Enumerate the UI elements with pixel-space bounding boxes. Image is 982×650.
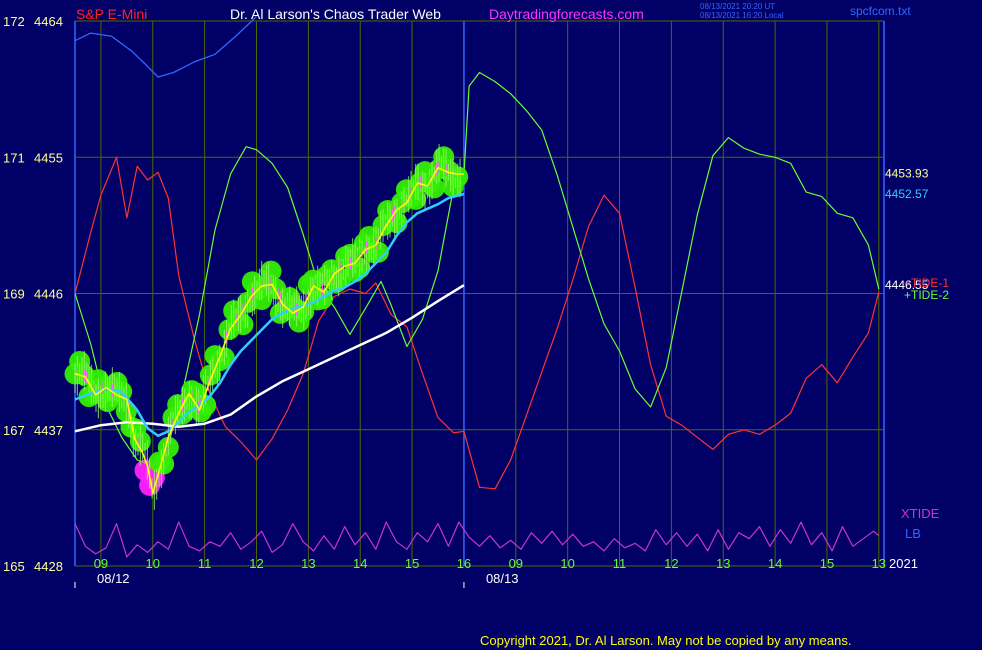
- x-tick-hour: 13: [301, 556, 315, 571]
- y-tick-price: 4455: [34, 150, 63, 165]
- lb-line: [74, 16, 257, 78]
- tide1-line: [74, 156, 880, 490]
- y-tick-price: 4428: [34, 559, 63, 574]
- x-tick-hour: 12: [249, 556, 263, 571]
- copyright: Copyright 2021, Dr. Al Larson. May not b…: [480, 633, 851, 648]
- x-tick-hour: 13: [716, 556, 730, 571]
- x-tick-hour: 15: [820, 556, 834, 571]
- grid-lines: [75, 20, 884, 567]
- right-value-label: 4452.57: [885, 187, 929, 201]
- axis-ticks: 172 4464 171 4455 169 4446 167 4437 165 4428 09 10 1…: [3, 14, 929, 588]
- x-tick-hour: 16: [457, 556, 471, 571]
- y-tick-price: 4437: [34, 423, 63, 438]
- timestamp-ut: 08/13/2021 20:20 UT: [700, 2, 775, 11]
- legend-lb: LB: [905, 526, 921, 541]
- x-tick-hour: 10: [146, 556, 160, 571]
- plot-frame: [74, 20, 885, 567]
- instrument-title: S&P E-Mini: [76, 6, 147, 22]
- x-tick-hour: 12: [664, 556, 678, 571]
- y-tick-left: 165: [3, 559, 25, 574]
- xtide-line: [74, 521, 880, 558]
- site-url[interactable]: Daytradingforecasts.com: [489, 6, 644, 22]
- x-tick-hour: 13: [872, 556, 886, 571]
- x-tick-hour: 09: [509, 556, 523, 571]
- legend-xtide: XTIDE: [901, 506, 940, 521]
- x-tick-hour: 14: [353, 556, 367, 571]
- series-layer: [64, 16, 880, 558]
- x-tick-date: 08/13: [486, 571, 519, 586]
- y-tick-left: 172: [3, 14, 25, 29]
- x-tick-date: 08/12: [97, 571, 130, 586]
- x-tick-hour: 10: [560, 556, 574, 571]
- x-tick-hour: 11: [198, 556, 212, 571]
- chart: 172 4464 171 4455 169 4446 167 4437 165 4428 09 10 1…: [3, 2, 949, 648]
- timestamp-local: 08/13/2021 16:20 Local: [700, 11, 784, 20]
- y-tick-left: 171: [3, 150, 25, 165]
- x-tick-hour: 15: [405, 556, 419, 571]
- y-tick-price: 4446: [34, 287, 63, 302]
- y-tick-left: 169: [3, 287, 25, 302]
- y-tick-left: 167: [3, 423, 25, 438]
- chart-title: Dr. Al Larson's Chaos Trader Web: [230, 6, 441, 22]
- legend-tide2: +TIDE-2: [904, 288, 949, 302]
- x-tick-hour: 11: [613, 556, 627, 571]
- y-tick-price: 4464: [34, 14, 63, 29]
- x-tick-hour: 09: [94, 556, 108, 571]
- year-label: 2021: [889, 556, 918, 571]
- moving-average-line: [74, 192, 465, 438]
- x-tick-hour: 14: [768, 556, 782, 571]
- source-file: spcfcom.txt: [850, 4, 911, 18]
- right-value-label: 4453.93: [885, 166, 929, 180]
